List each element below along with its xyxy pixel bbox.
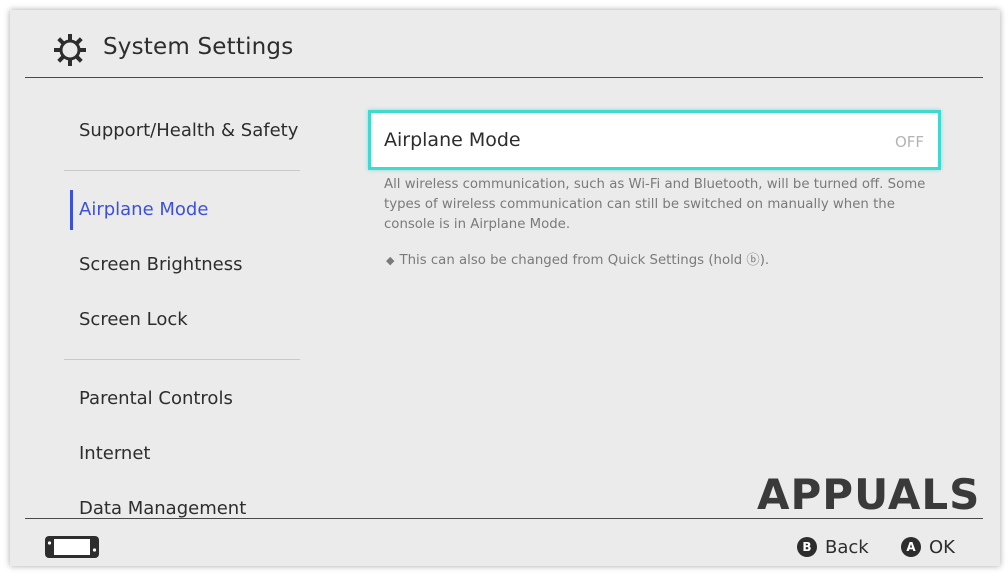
- sidebar-item-screen-lock[interactable]: Screen Lock: [79, 309, 188, 330]
- sidebar-divider: [64, 359, 300, 360]
- setting-note: ◆ This can also be changed from Quick Set…: [386, 249, 769, 268]
- sidebar-item-screen-brightness[interactable]: Screen Brightness: [79, 254, 243, 275]
- gear-icon: [54, 34, 86, 66]
- sidebar-divider: [64, 170, 300, 171]
- sidebar-item-airplane-mode[interactable]: Airplane Mode: [79, 199, 208, 220]
- ok-button[interactable]: A OK: [901, 536, 955, 558]
- settings-window: System Settings Support/Health & Safety …: [10, 10, 1000, 566]
- b-button-icon: B: [797, 537, 817, 557]
- setting-value: OFF: [894, 133, 924, 151]
- page-title: System Settings: [103, 34, 294, 60]
- sidebar: [10, 78, 322, 518]
- header: System Settings: [10, 10, 1000, 77]
- back-label: Back: [825, 536, 869, 558]
- ok-label: OK: [929, 536, 955, 558]
- diamond-icon: ◆: [386, 254, 395, 267]
- airplane-mode-toggle[interactable]: Airplane Mode OFF: [368, 110, 941, 170]
- sidebar-item-internet[interactable]: Internet: [79, 443, 150, 464]
- active-indicator: [70, 190, 73, 230]
- setting-label: Airplane Mode: [384, 129, 521, 151]
- sidebar-item-data-management[interactable]: Data Management: [79, 498, 246, 519]
- sidebar-item-parental-controls[interactable]: Parental Controls: [79, 388, 233, 409]
- console-icon: [45, 536, 99, 558]
- footer-divider: [25, 518, 983, 519]
- note-text: This can also be changed from Quick Sett…: [399, 253, 770, 268]
- back-button[interactable]: B Back: [797, 536, 869, 558]
- a-button-icon: A: [901, 537, 921, 557]
- watermark-logo: APPUALS: [757, 470, 981, 519]
- sidebar-item-support[interactable]: Support/Health & Safety: [79, 120, 298, 141]
- setting-description: All wireless communication, such as Wi-F…: [384, 177, 926, 232]
